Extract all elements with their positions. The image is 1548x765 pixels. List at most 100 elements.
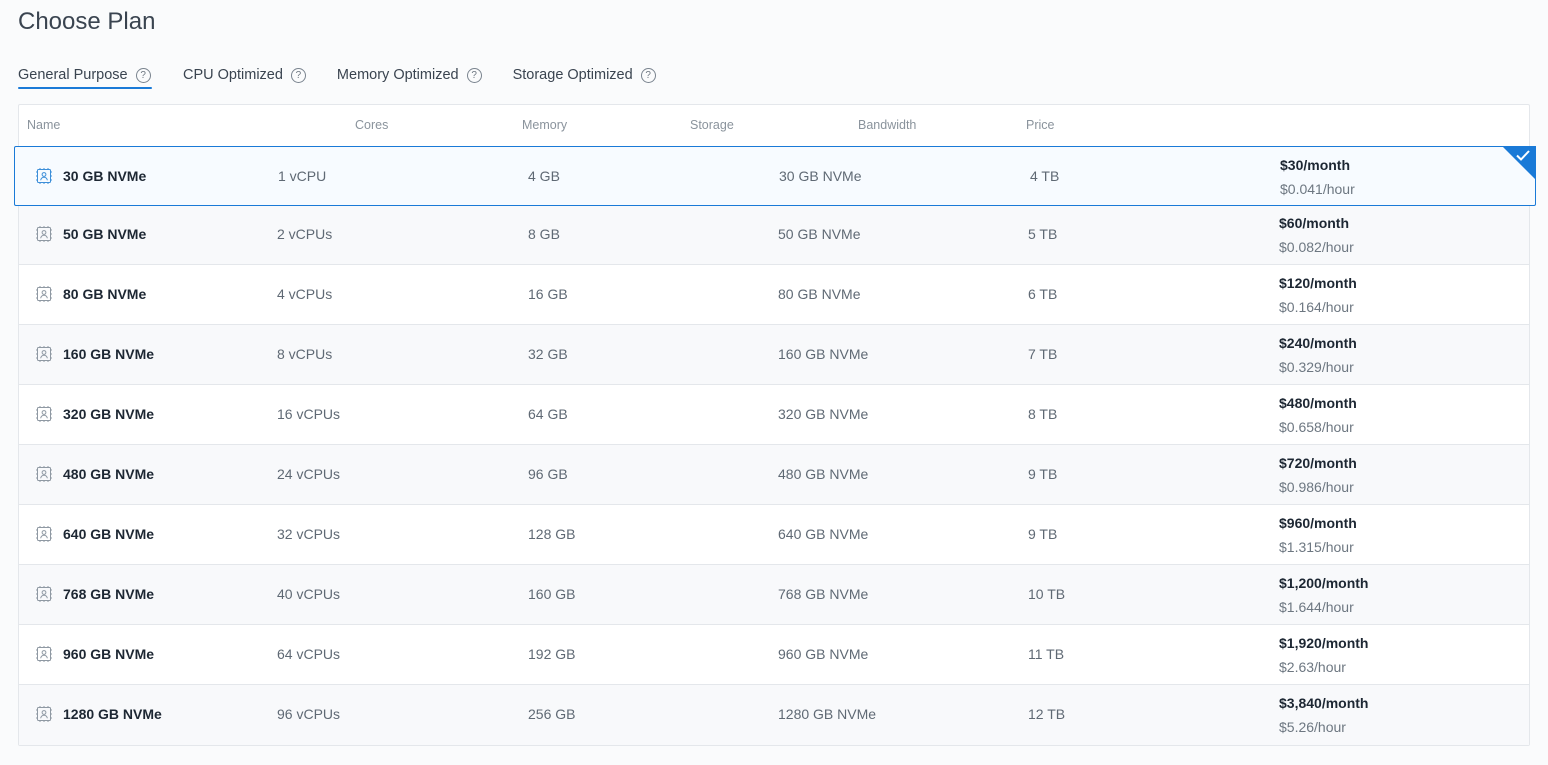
plan-bandwidth: 11 TB	[1028, 646, 1065, 662]
plan-bandwidth: 5 TB	[1028, 226, 1058, 242]
tab-label: Storage Optimized	[512, 67, 633, 83]
plan-memory: 160 GB	[528, 586, 576, 602]
plan-bandwidth: 4 TB	[1030, 168, 1060, 184]
column-header-name: Name	[27, 118, 61, 132]
plan-price-month: $960/month	[1279, 515, 1357, 531]
plan-cores: 8 vCPUs	[277, 346, 333, 362]
help-circle-icon[interactable]: ?	[640, 67, 656, 83]
plan-price-month: $1,920/month	[1279, 635, 1369, 651]
plan-price-hour: $0.041/hour	[1280, 181, 1355, 197]
plan-row[interactable]: 640 GB NVMe 32 vCPUs 128 GB 640 GB NVMe 9 TB…	[19, 505, 1529, 565]
plan-user-icon	[35, 465, 53, 483]
plan-price-hour: $0.082/hour	[1279, 239, 1354, 255]
plan-name: 768 GB NVMe	[63, 586, 155, 602]
plan-storage: 80 GB NVMe	[778, 286, 861, 302]
column-header-price: Price	[1026, 118, 1055, 132]
plan-storage: 960 GB NVMe	[778, 646, 869, 662]
column-header-cores: Cores	[355, 118, 389, 132]
plan-name: 1280 GB NVMe	[63, 706, 162, 722]
plan-price-month: $1,200/month	[1279, 575, 1369, 591]
plan-cores: 64 vCPUs	[277, 646, 341, 662]
plans-table: Name Cores Memory Storage Bandwidth Pric…	[14, 104, 1536, 746]
plan-cores: 24 vCPUs	[277, 466, 341, 482]
plan-storage: 320 GB NVMe	[778, 406, 869, 422]
tab-label: CPU Optimized	[183, 67, 283, 83]
table-header: Name Cores Memory Storage Bandwidth Pric…	[19, 105, 1529, 145]
plan-price-month: $120/month	[1279, 275, 1357, 291]
plan-row[interactable]: 80 GB NVMe 4 vCPUs 16 GB 80 GB NVMe 6 TB $120…	[19, 265, 1529, 325]
plan-name: 50 GB NVMe	[63, 226, 147, 242]
plan-bandwidth: 6 TB	[1028, 286, 1058, 302]
plan-memory: 256 GB	[528, 706, 576, 722]
plan-price-month: $60/month	[1279, 215, 1350, 231]
plan-price-hour: $0.658/hour	[1279, 419, 1354, 435]
plan-price-month: $240/month	[1279, 335, 1357, 351]
plan-price-hour: $1.644/hour	[1279, 599, 1354, 615]
plan-price-hour: $0.164/hour	[1279, 299, 1354, 315]
plan-user-icon	[35, 645, 53, 663]
checkmark-icon	[1502, 146, 1536, 180]
plan-user-icon	[35, 405, 53, 423]
plan-price-hour: $2.63/hour	[1279, 659, 1346, 675]
plan-price-hour: $0.329/hour	[1279, 359, 1354, 375]
help-circle-icon[interactable]: ?	[466, 67, 482, 83]
plan-price-hour: $0.986/hour	[1279, 479, 1354, 495]
plan-cores: 40 vCPUs	[277, 586, 341, 602]
tab-general-purpose[interactable]: General Purpose ?	[18, 61, 152, 89]
plan-row[interactable]: 960 GB NVMe 64 vCPUs 192 GB 960 GB NVMe 11 T…	[19, 625, 1529, 685]
plan-cores: 32 vCPUs	[277, 526, 341, 542]
plan-cores: 2 vCPUs	[277, 226, 333, 242]
plan-memory: 96 GB	[528, 466, 568, 482]
tab-storage-optimized[interactable]: Storage Optimized ?	[513, 61, 656, 89]
plan-storage: 160 GB NVMe	[778, 346, 869, 362]
plan-bandwidth: 9 TB	[1028, 526, 1058, 542]
column-header-bandwidth: Bandwidth	[858, 118, 917, 132]
plan-row[interactable]: 320 GB NVMe 16 vCPUs 64 GB 320 GB NVMe 8 TB $…	[19, 385, 1529, 445]
plan-bandwidth: 12 TB	[1028, 706, 1066, 722]
plan-type-tabs: General Purpose ? CPU Optimized ? Memory…	[18, 61, 656, 89]
plan-memory: 32 GB	[528, 346, 568, 362]
help-circle-icon[interactable]: ?	[135, 67, 151, 83]
plan-row[interactable]: 50 GB NVMe 2 vCPUs 8 GB 50 GB NVMe 5 TB $60/m…	[19, 205, 1529, 265]
plan-bandwidth: 9 TB	[1028, 466, 1058, 482]
plan-name: 160 GB NVMe	[63, 346, 155, 362]
plan-name: 480 GB NVMe	[63, 466, 155, 482]
help-circle-icon[interactable]: ?	[290, 67, 306, 83]
plan-memory: 16 GB	[528, 286, 568, 302]
plan-storage: 640 GB NVMe	[778, 526, 869, 542]
plan-user-icon	[35, 225, 53, 243]
plan-cores: 96 vCPUs	[277, 706, 341, 722]
plan-price-month: $30/month	[1280, 157, 1351, 173]
plan-cores: 4 vCPUs	[277, 286, 333, 302]
plan-user-icon	[35, 345, 53, 363]
plan-name: 30 GB NVMe	[63, 168, 147, 184]
column-header-storage: Storage	[690, 118, 734, 132]
plan-row[interactable]: 480 GB NVMe 24 vCPUs 96 GB 480 GB NVMe 9 TB $…	[19, 445, 1529, 505]
plan-price-hour: $5.26/hour	[1279, 719, 1346, 735]
plan-cores: 16 vCPUs	[277, 406, 341, 422]
plan-price-month: $720/month	[1279, 455, 1357, 471]
plan-row[interactable]: 1280 GB NVMe 96 vCPUs 256 GB 1280 GB NVMe 12…	[19, 685, 1529, 745]
tab-memory-optimized[interactable]: Memory Optimized ?	[337, 61, 482, 89]
plan-user-icon	[35, 525, 53, 543]
plan-bandwidth: 10 TB	[1028, 586, 1066, 602]
plan-storage: 768 GB NVMe	[778, 586, 869, 602]
tab-cpu-optimized[interactable]: CPU Optimized ?	[183, 61, 306, 89]
plan-storage: 30 GB NVMe	[779, 168, 862, 184]
plan-user-icon	[35, 705, 53, 723]
plan-bandwidth: 7 TB	[1028, 346, 1058, 362]
plan-name: 960 GB NVMe	[63, 646, 155, 662]
plan-user-icon	[35, 585, 53, 603]
tab-label: General Purpose	[18, 67, 128, 83]
page-title: Choose Plan	[18, 8, 156, 35]
plan-bandwidth: 8 TB	[1028, 406, 1058, 422]
plan-memory: 8 GB	[528, 226, 560, 242]
plan-row[interactable]: 30 GB NVMe 1 vCPU 4 GB 30 GB NVMe 4 TB $30/mo…	[14, 146, 1536, 206]
plan-memory: 64 GB	[528, 406, 568, 422]
plan-price-month: $3,840/month	[1279, 695, 1369, 711]
plan-storage: 480 GB NVMe	[778, 466, 869, 482]
plan-storage: 50 GB NVMe	[778, 226, 861, 242]
plan-row[interactable]: 160 GB NVMe 8 vCPUs 32 GB 160 GB NVMe 7 TB $2…	[19, 325, 1529, 385]
tab-label: Memory Optimized	[336, 67, 459, 83]
plan-row[interactable]: 768 GB NVMe 40 vCPUs 160 GB 768 GB NVMe 10 T…	[19, 565, 1529, 625]
